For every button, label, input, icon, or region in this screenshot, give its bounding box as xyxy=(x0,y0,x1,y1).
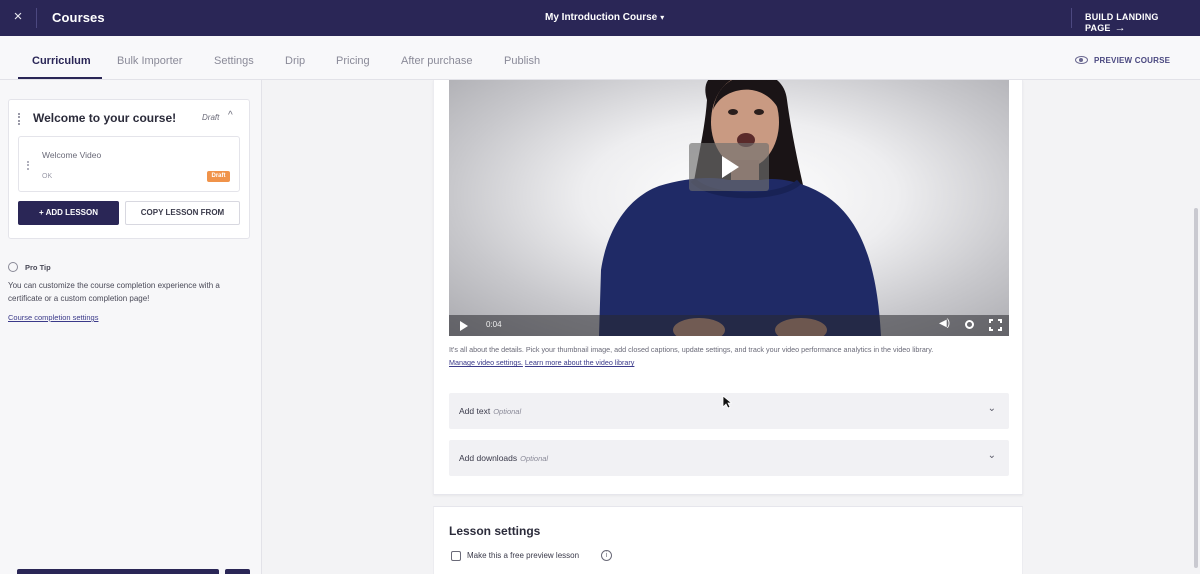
video-help-description: It's all about the details. Pick your th… xyxy=(449,345,934,354)
pro-tip-label: Pro Tip xyxy=(25,263,51,272)
drag-handle-icon[interactable] xyxy=(18,113,21,125)
lightbulb-icon xyxy=(8,262,18,272)
volume-icon[interactable]: ◀) xyxy=(939,318,950,329)
active-tab-indicator xyxy=(18,77,102,79)
chevron-up-icon[interactable]: ^ xyxy=(228,110,233,121)
tab-publish[interactable]: Publish xyxy=(504,55,540,67)
preview-course-label: PREVIEW COURSE xyxy=(1094,56,1171,65)
lesson-type: OK xyxy=(42,173,53,180)
section-title[interactable]: Welcome to your course! xyxy=(33,111,176,125)
video-help-text: It's all about the details. Pick your th… xyxy=(449,343,1019,369)
add-lesson-button[interactable]: + ADD LESSON xyxy=(18,201,119,225)
tab-settings[interactable]: Settings xyxy=(214,55,254,67)
lesson-settings-card: Lesson settings Make this a free preview… xyxy=(433,506,1023,574)
learn-more-video-library-link[interactable]: Learn more about the video library xyxy=(525,358,634,367)
course-completion-settings-link[interactable]: Course completion settings xyxy=(8,313,98,322)
free-preview-label[interactable]: Make this a free preview lesson xyxy=(467,551,579,560)
optional-tag: Optional xyxy=(520,454,549,463)
tabs-bar: Curriculum Bulk Importer Settings Drip P… xyxy=(0,36,1200,80)
fullscreen-icon[interactable] xyxy=(989,319,1002,331)
add-downloads-accordion[interactable]: Add downloads Optional ⌄ xyxy=(449,440,1009,476)
accordion-label: Add downloads xyxy=(459,453,518,463)
tab-after-purchase[interactable]: After purchase xyxy=(401,55,473,67)
drag-handle-icon[interactable] xyxy=(27,161,30,170)
sidebar-bottom-button-secondary[interactable] xyxy=(225,569,250,574)
tab-bulk-importer[interactable]: Bulk Importer xyxy=(117,55,182,67)
lesson-item[interactable]: Welcome Video OK Draft xyxy=(18,136,240,192)
divider xyxy=(36,8,37,28)
chevron-down-icon: ⌄ xyxy=(987,450,996,461)
chevron-down-icon: ⌄ xyxy=(987,403,996,414)
sidebar-bottom-button[interactable] xyxy=(17,569,219,574)
scrollbar[interactable] xyxy=(1194,208,1198,568)
accordion-title: Add text Optional xyxy=(459,406,521,416)
manage-video-settings-link[interactable]: Manage video settings. xyxy=(449,358,523,367)
course-selector[interactable]: My Introduction Course ▾ xyxy=(545,12,664,23)
tab-drip[interactable]: Drip xyxy=(285,55,305,67)
accordion-label: Add text xyxy=(459,406,491,416)
copy-lesson-button[interactable]: COPY LESSON FROM xyxy=(125,201,240,225)
arrow-right-icon: → xyxy=(1114,22,1126,34)
top-bar: × Courses My Introduction Course ▾ BUILD … xyxy=(0,0,1200,36)
play-icon[interactable] xyxy=(460,321,468,331)
free-preview-checkbox[interactable] xyxy=(451,551,461,561)
play-button[interactable] xyxy=(689,143,769,191)
curriculum-sidebar: Welcome to your course! Draft ^ Welcome … xyxy=(0,80,262,574)
pro-tip-text: You can customize the course completion … xyxy=(8,281,220,303)
page-title: Courses xyxy=(52,10,105,25)
settings-icon[interactable] xyxy=(965,320,974,329)
video-thumbnail xyxy=(599,80,881,336)
preview-course-button[interactable]: PREVIEW COURSE xyxy=(1075,56,1170,65)
info-icon[interactable]: i xyxy=(601,550,612,561)
chevron-down-icon: ▾ xyxy=(660,13,665,22)
tab-curriculum[interactable]: Curriculum xyxy=(32,55,91,67)
draft-badge: Draft xyxy=(207,171,230,182)
build-landing-page-button[interactable]: BUILD LANDING PAGE → xyxy=(1085,12,1200,34)
video-time: 0:04 xyxy=(486,320,502,329)
close-icon[interactable]: × xyxy=(10,8,26,26)
section-card: Welcome to your course! Draft ^ Welcome … xyxy=(8,99,250,239)
section-status: Draft xyxy=(202,113,220,122)
lesson-settings-title: Lesson settings xyxy=(449,524,541,538)
video-controls: 0:04 ◀) xyxy=(449,315,1009,336)
eye-icon xyxy=(1075,56,1088,64)
lesson-title: Welcome Video xyxy=(42,150,102,160)
tab-pricing[interactable]: Pricing xyxy=(336,55,370,67)
accordion-title: Add downloads Optional xyxy=(459,453,548,463)
divider xyxy=(1071,8,1072,28)
mouse-cursor-icon xyxy=(722,395,732,409)
video-player[interactable]: 0:04 ◀) xyxy=(449,80,1009,336)
optional-tag: Optional xyxy=(493,407,522,416)
lesson-editor: 0:04 ◀) It's all about the details. Pick… xyxy=(433,80,1023,495)
course-name: My Introduction Course xyxy=(545,12,658,23)
